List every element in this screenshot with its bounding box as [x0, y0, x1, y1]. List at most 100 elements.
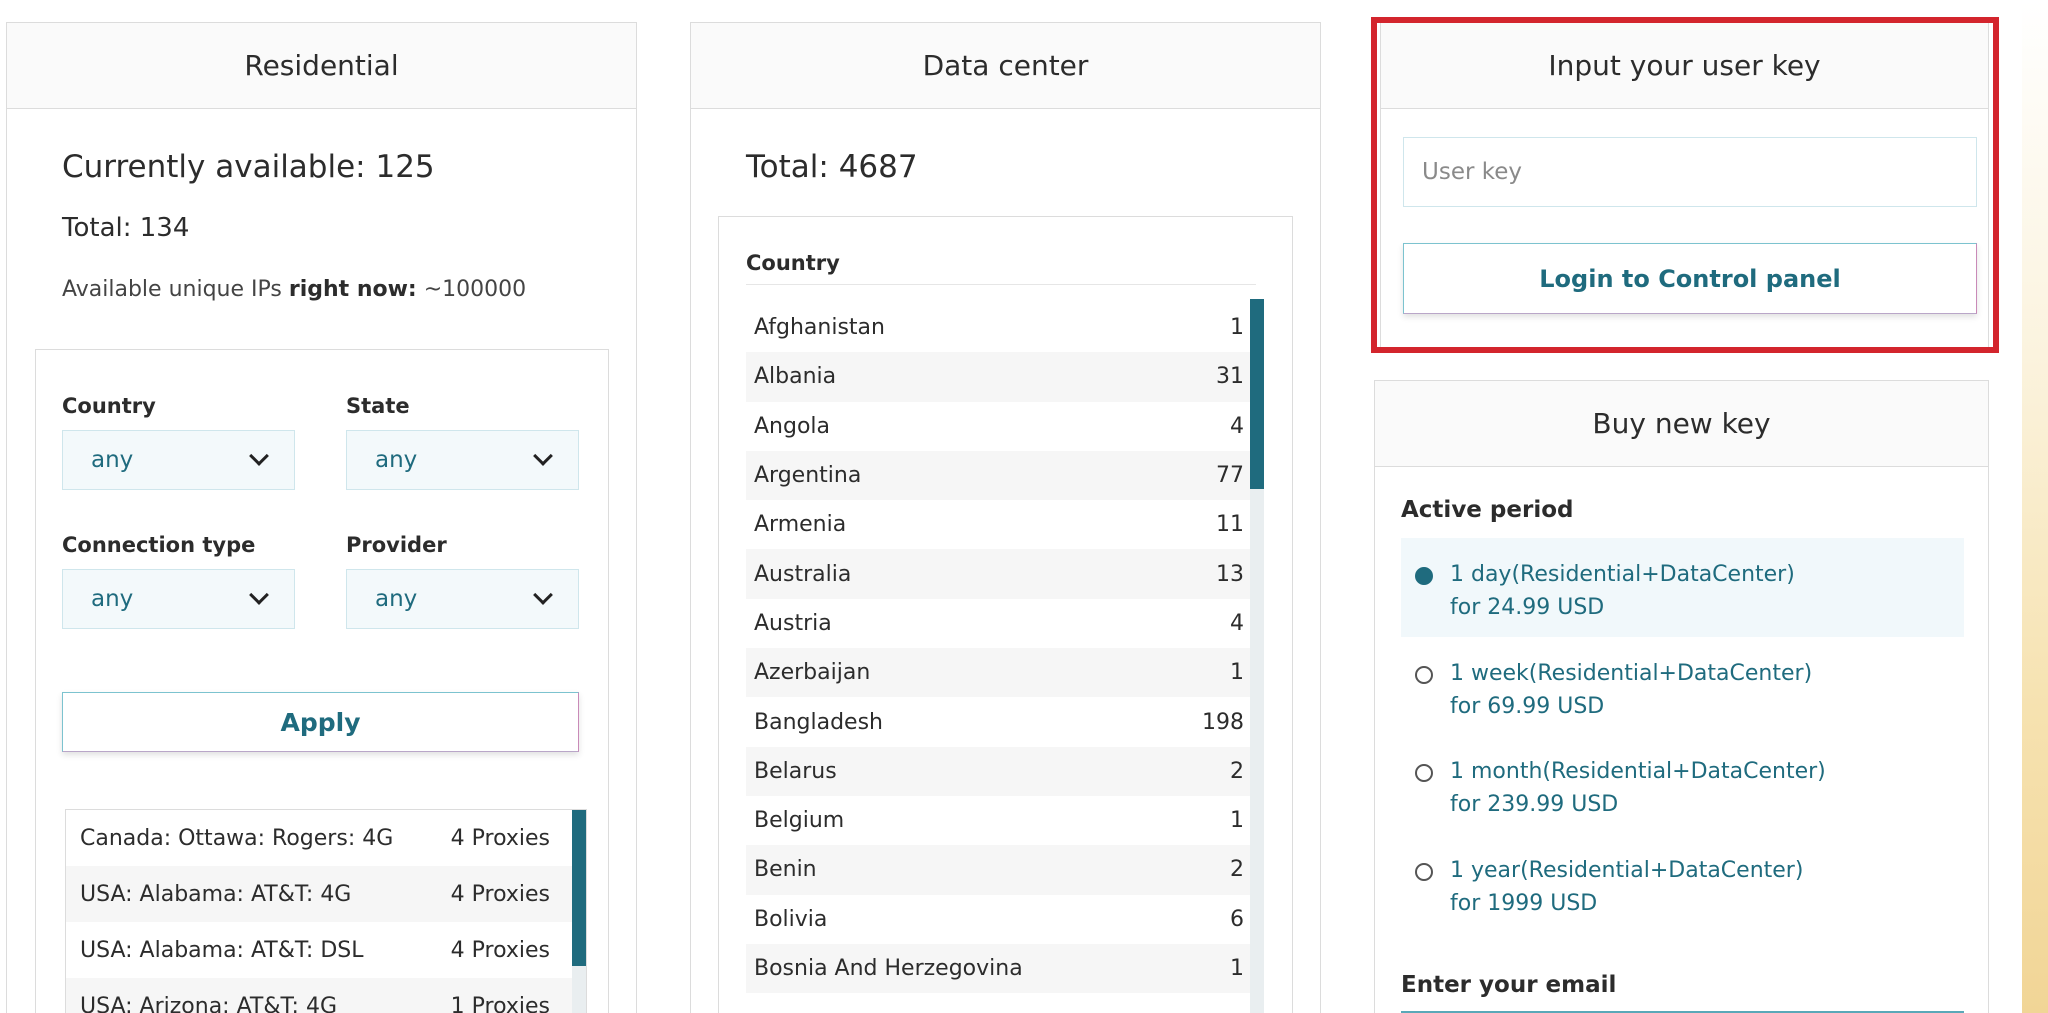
- country-row[interactable]: Austria 4: [746, 599, 1256, 648]
- connection-type-value: any: [91, 586, 134, 612]
- country-count: 77: [1216, 463, 1244, 489]
- plan-name: 1 week(Residential+DataCenter): [1450, 660, 1813, 686]
- proxy-list: Canada: Ottawa: Rogers: 4G 4 Proxies USA: …: [65, 809, 587, 1013]
- country-name: Benin: [754, 857, 817, 883]
- country-row[interactable]: Angola 4: [746, 402, 1256, 451]
- state-select-value: any: [375, 447, 418, 473]
- country-count: 4: [1230, 610, 1244, 636]
- unique-ips-bold: right now:: [288, 277, 417, 302]
- country-row[interactable]: Bosnia And Herzegovina 1: [746, 943, 1256, 994]
- proxy-location: USA: Alabama: AT&T: DSL: [80, 937, 364, 963]
- plan-text: 1 day(Residential+DataCenter) for 24.99 U…: [1450, 558, 1795, 624]
- plan-price: for 239.99 USD: [1450, 792, 1619, 817]
- unique-ips-line: Available unique IPs right now: ~100000: [62, 277, 526, 302]
- datacenter-title: Data center: [691, 23, 1320, 109]
- country-count: 1: [1230, 956, 1244, 981]
- state-select[interactable]: any: [346, 430, 579, 490]
- connection-type-label: Connection type: [62, 533, 256, 557]
- plan-text: 1 week(Residential+DataCenter) for 69.99 …: [1450, 657, 1812, 723]
- country-row[interactable]: Benin 2: [746, 845, 1256, 895]
- proxy-list-scrollbar[interactable]: [572, 810, 586, 1013]
- page-edge-glow: [2022, 0, 2048, 1013]
- country-row[interactable]: Afghanistan 1: [746, 303, 1256, 352]
- country-name: Belgium: [754, 808, 845, 834]
- proxy-count: 4 Proxies: [450, 825, 550, 851]
- login-title: Input your user key: [1381, 23, 1988, 109]
- apply-button[interactable]: Apply: [62, 692, 579, 752]
- country-column-header: Country: [746, 251, 1256, 285]
- chevron-down-icon: [249, 446, 269, 466]
- country-count: 1: [1230, 660, 1244, 686]
- country-name: Argentina: [754, 463, 862, 489]
- radio-unselected-icon[interactable]: [1415, 862, 1433, 881]
- country-row[interactable]: Azerbaijan 1: [746, 648, 1256, 698]
- country-count: 2: [1230, 758, 1244, 784]
- state-filter-label: State: [346, 394, 410, 418]
- active-period-label: Active period: [1401, 497, 1574, 523]
- country-table-scrollbar[interactable]: [1250, 299, 1264, 1013]
- country-count: 2: [1230, 857, 1244, 883]
- plan-option[interactable]: 1 year(Residential+DataCenter) for 1999 U…: [1401, 834, 1964, 933]
- country-name: Bosnia And Herzegovina: [754, 956, 1023, 981]
- residential-title: Residential: [7, 23, 636, 109]
- country-count: 1: [1230, 315, 1244, 341]
- country-row[interactable]: Belgium 1: [746, 796, 1256, 845]
- country-name: Australia: [754, 561, 852, 587]
- proxy-row[interactable]: Canada: Ottawa: Rogers: 4G 4 Proxies: [66, 810, 572, 866]
- proxy-row[interactable]: USA: Alabama: AT&T: 4G 4 Proxies: [66, 866, 572, 922]
- country-rows: Afghanistan 1 Albania 31 Angola 4 Argentina 77 A…: [746, 303, 1256, 994]
- plan-text: 1 year(Residential+DataCenter) for 1999 U…: [1450, 854, 1803, 920]
- plan-option[interactable]: 1 week(Residential+DataCenter) for 69.99 …: [1401, 637, 1964, 736]
- user-key-input[interactable]: [1403, 137, 1977, 207]
- chevron-down-icon: [533, 446, 553, 466]
- radio-unselected-icon[interactable]: [1415, 764, 1433, 782]
- proxy-row[interactable]: USA: Arizona: AT&T: 4G 1 Proxies: [66, 978, 572, 1013]
- proxy-location: USA: Arizona: AT&T: 4G: [80, 993, 337, 1013]
- country-row[interactable]: Belarus 2: [746, 746, 1256, 796]
- provider-select[interactable]: any: [346, 569, 579, 629]
- country-row[interactable]: Australia 13: [746, 549, 1256, 599]
- country-name: Bolivia: [754, 906, 828, 932]
- proxy-list-scroll-thumb[interactable]: [572, 810, 586, 966]
- residential-card: Residential Currently available: 125 Tot…: [6, 22, 637, 1013]
- unique-ips-value: ~100000: [416, 277, 527, 302]
- plan-option[interactable]: 1 day(Residential+DataCenter) for 24.99 U…: [1401, 538, 1964, 637]
- plan-price: for 24.99 USD: [1450, 595, 1605, 620]
- country-row[interactable]: Armenia 11: [746, 500, 1256, 549]
- chevron-down-icon: [249, 585, 269, 605]
- country-name: Armenia: [754, 512, 847, 538]
- country-row[interactable]: Argentina 77: [746, 450, 1256, 501]
- plan-options: 1 day(Residential+DataCenter) for 24.99 U…: [1401, 538, 1964, 932]
- country-count: 11: [1216, 512, 1244, 538]
- country-filter-label: Country: [62, 394, 156, 418]
- proxy-count: 4 Proxies: [450, 881, 550, 907]
- provider-select-value: any: [375, 586, 418, 612]
- plan-name: 1 day(Residential+DataCenter): [1450, 562, 1795, 587]
- plan-name: 1 month(Residential+DataCenter): [1450, 759, 1826, 784]
- country-count: 198: [1202, 709, 1244, 735]
- plan-option[interactable]: 1 month(Residential+DataCenter) for 239.9…: [1401, 735, 1964, 834]
- plan-name: 1 year(Residential+DataCenter): [1450, 857, 1804, 883]
- country-count: 31: [1216, 364, 1244, 390]
- proxy-count: 4 Proxies: [450, 937, 550, 963]
- country-name: Austria: [754, 610, 832, 636]
- country-row[interactable]: Bolivia 6: [746, 895, 1256, 944]
- country-row[interactable]: Bangladesh 198: [746, 697, 1256, 746]
- country-name: Azerbaijan: [754, 660, 871, 686]
- login-button[interactable]: Login to Control panel: [1403, 243, 1977, 314]
- country-select[interactable]: any: [62, 430, 295, 490]
- connection-type-select[interactable]: any: [62, 569, 295, 629]
- country-name: Bangladesh: [754, 709, 883, 735]
- country-count: 4: [1230, 413, 1244, 439]
- radio-selected-icon[interactable]: [1415, 567, 1433, 585]
- provider-label: Provider: [346, 533, 447, 557]
- country-count: 6: [1230, 906, 1244, 932]
- country-row[interactable]: Albania 31: [746, 352, 1256, 402]
- country-table-scroll-thumb[interactable]: [1250, 299, 1264, 489]
- proxy-rows: Canada: Ottawa: Rogers: 4G 4 Proxies USA: …: [66, 810, 572, 1013]
- proxy-row[interactable]: USA: Alabama: AT&T: DSL 4 Proxies: [66, 922, 572, 978]
- radio-unselected-icon[interactable]: [1415, 665, 1433, 684]
- plan-price: for 69.99 USD: [1450, 693, 1605, 719]
- residential-total: Total: 134: [62, 213, 190, 243]
- country-count: 13: [1216, 561, 1244, 587]
